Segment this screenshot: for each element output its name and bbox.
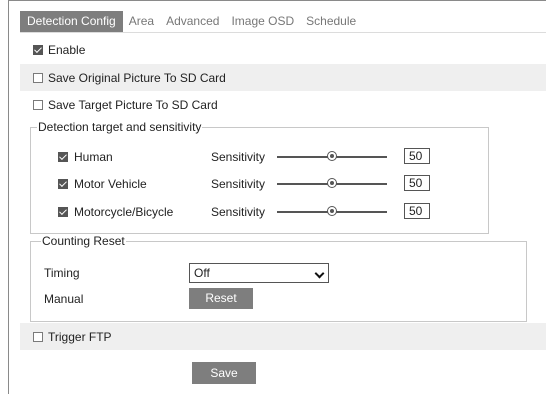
timing-label: Timing xyxy=(44,266,80,280)
detection-legend: Detection target and sensitivity xyxy=(37,120,203,135)
slider-thumb[interactable] xyxy=(327,151,337,161)
tab-image-osd[interactable]: Image OSD xyxy=(225,11,300,32)
tab-area[interactable]: Area xyxy=(123,11,160,32)
sensitivity-label: Sensitivity xyxy=(211,205,266,219)
target-row-human: Human Sensitivity 50 xyxy=(31,147,488,167)
manual-label: Manual xyxy=(44,292,84,306)
trigger-ftp-row: Trigger FTP xyxy=(20,323,546,350)
sensitivity-label: Sensitivity xyxy=(211,177,266,191)
save-original-row: Save Original Picture To SD Card xyxy=(20,64,546,91)
motorcycle-bicycle-sensitivity-slider[interactable] xyxy=(277,206,387,217)
motor-vehicle-sensitivity-slider[interactable] xyxy=(277,178,387,189)
save-target-row: Save Target Picture To SD Card xyxy=(20,93,546,117)
human-label: Human xyxy=(74,150,113,164)
enable-row: Enable xyxy=(20,38,546,62)
timing-select[interactable]: Off xyxy=(189,263,329,283)
save-original-label: Save Original Picture To SD Card xyxy=(48,70,226,85)
timing-select-value: Off xyxy=(194,266,210,280)
motorcycle-bicycle-sensitivity-input[interactable]: 50 xyxy=(404,203,430,219)
trigger-ftp-label: Trigger FTP xyxy=(48,329,112,344)
slider-thumb[interactable] xyxy=(327,206,337,216)
sensitivity-label: Sensitivity xyxy=(211,150,266,164)
human-sensitivity-slider[interactable] xyxy=(277,151,387,162)
enable-checkbox[interactable] xyxy=(33,45,43,55)
motorcycle-bicycle-checkbox[interactable] xyxy=(58,207,68,217)
enable-label: Enable xyxy=(48,43,86,57)
tab-schedule[interactable]: Schedule xyxy=(300,11,362,32)
reset-button[interactable]: Reset xyxy=(189,288,253,309)
tab-divider xyxy=(20,32,546,33)
save-button[interactable]: Save xyxy=(192,362,256,384)
target-row-motorcycle-bicycle: Motorcycle/Bicycle Sensitivity 50 xyxy=(31,202,488,222)
detection-fieldset: Detection target and sensitivity Human S… xyxy=(30,120,489,234)
counting-reset-legend: Counting Reset xyxy=(41,234,126,249)
save-original-checkbox[interactable] xyxy=(33,72,43,83)
save-target-checkbox[interactable] xyxy=(33,100,43,110)
motor-vehicle-sensitivity-input[interactable]: 50 xyxy=(404,175,430,191)
human-checkbox[interactable] xyxy=(58,152,68,162)
chevron-down-icon xyxy=(314,268,325,279)
counting-reset-fieldset: Counting Reset Timing Off Manual Reset xyxy=(30,234,527,322)
motorcycle-bicycle-label: Motorcycle/Bicycle xyxy=(74,205,174,219)
trigger-ftp-checkbox[interactable] xyxy=(33,331,43,342)
human-sensitivity-input[interactable]: 50 xyxy=(404,148,430,164)
save-target-label: Save Target Picture To SD Card xyxy=(48,98,218,112)
tab-detection-config[interactable]: Detection Config xyxy=(20,11,123,32)
target-row-motor-vehicle: Motor Vehicle Sensitivity 50 xyxy=(31,174,488,194)
tab-bar: Detection Config Area Advanced Image OSD… xyxy=(20,11,362,32)
slider-thumb[interactable] xyxy=(327,178,337,188)
tab-advanced[interactable]: Advanced xyxy=(160,11,225,32)
motor-vehicle-checkbox[interactable] xyxy=(58,179,68,189)
motor-vehicle-label: Motor Vehicle xyxy=(74,177,147,191)
